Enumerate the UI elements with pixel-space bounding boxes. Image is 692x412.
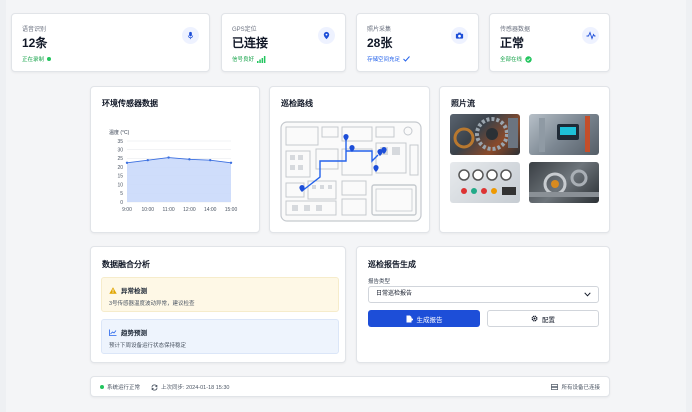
chevron-down-icon <box>584 292 591 297</box>
data-point <box>229 161 233 164</box>
data-point <box>167 156 170 159</box>
photo-stream-panel: 照片流 <box>439 86 610 233</box>
data-point <box>188 158 191 161</box>
x-tick-label: 14:00 <box>204 207 217 213</box>
check-circle-icon <box>525 55 532 63</box>
data-point <box>209 158 212 162</box>
stat-value: 12条 <box>22 36 48 50</box>
data-fusion-panel: 数据融合分析 异常检测 3号传感器温度波动异常，建议检查 趋势预测 预计下周设备… <box>90 246 346 363</box>
stat-value: 正常 <box>500 36 525 50</box>
stat-sub-text: 存储空间充足 <box>367 57 401 63</box>
last-sync: 上次同步: 2024-01-18 15:30 <box>151 377 229 397</box>
recording-dot-icon <box>47 57 52 61</box>
gear-icon <box>531 315 538 322</box>
warning-icon <box>109 286 117 294</box>
system-status-text: 系统运行正常 <box>107 385 141 391</box>
alert-desc: 3号传感器温度波动异常，建议检查 <box>109 301 195 307</box>
y-tick-label: 15 <box>117 174 123 180</box>
status-dot-icon <box>100 385 104 389</box>
stat-label: 照片采集 <box>367 27 392 33</box>
x-tick-label: 11:00 <box>163 207 175 213</box>
trend-alert[interactable]: 趋势预测 预计下周设备运行状态保持稳定 <box>101 319 339 354</box>
stat-sub-text: 全部在线 <box>500 57 523 63</box>
y-tick-label: 0 <box>120 200 123 206</box>
panel-title: 数据融合分析 <box>102 260 150 269</box>
stat-sub: 全部在线 <box>500 55 532 63</box>
generate-report-label: 生成报告 <box>416 316 443 324</box>
generate-report-button[interactable]: 生成报告 <box>368 310 480 327</box>
trend-chart-icon <box>109 329 117 336</box>
report-type-value: 日常巡检报告 <box>376 291 413 297</box>
sync-icon <box>151 384 158 390</box>
stat-card-gps[interactable]: GPS定位 已连接 信号良好 <box>221 13 346 72</box>
report-type-label: 报告类型 <box>368 279 391 285</box>
alert-title-text: 异常检测 <box>121 288 147 295</box>
x-tick-label: 10:00 <box>142 207 155 213</box>
stat-sub-text: 正在录制 <box>22 57 45 63</box>
stat-sub: 正在录制 <box>22 55 52 63</box>
y-axis-label: 温度 (°C) <box>109 129 130 136</box>
system-status: 系统运行正常 <box>100 377 140 397</box>
waveform-icon <box>582 27 599 44</box>
last-sync-text: 上次同步: 2024-01-18 15:30 <box>161 385 230 391</box>
x-tick-label: 15:00 <box>225 207 238 213</box>
location-pin-icon <box>318 27 335 44</box>
anomaly-alert[interactable]: 异常检测 3号传感器温度波动异常，建议检查 <box>101 277 339 312</box>
y-tick-label: 20 <box>117 165 123 171</box>
status-footer: 系统运行正常 上次同步: 2024-01-18 15:30 所有设备已连接 <box>90 376 610 397</box>
control-panel-photo[interactable] <box>450 162 520 203</box>
x-tick-label: 9:00 <box>122 207 132 213</box>
device-status: 所有设备已连接 <box>551 377 600 397</box>
stat-value: 已连接 <box>232 36 269 50</box>
panel-title: 照片流 <box>451 99 475 108</box>
industrial-gauge-photo[interactable] <box>529 114 599 155</box>
microphone-icon <box>182 27 199 44</box>
panel-title: 巡检报告生成 <box>368 260 416 269</box>
stat-label: GPS定位 <box>232 27 257 33</box>
file-export-icon <box>406 315 413 322</box>
stat-card-voice[interactable]: 语音识别 12条 正在录制 <box>11 13 210 72</box>
stat-card-photos[interactable]: 照片采集 28张 存储空间充足 <box>356 13 479 72</box>
config-button[interactable]: 配置 <box>487 310 599 327</box>
app-frame: 语音识别 12条 正在录制 GPS定位 已连接 信号良好 照片采集 28张 存储… <box>6 0 686 412</box>
stat-card-sensors[interactable]: 传感器数据 正常 全部在线 <box>489 13 610 72</box>
stat-value: 28张 <box>367 36 393 50</box>
pipe-valve-photo[interactable] <box>529 162 599 203</box>
area-fill <box>127 157 231 202</box>
alert-title: 异常检测 <box>109 285 147 295</box>
device-status-text: 所有设备已连接 <box>561 385 600 391</box>
server-icon <box>551 384 559 390</box>
gear-machinery-photo[interactable] <box>450 114 520 155</box>
y-tick-label: 30 <box>117 148 123 154</box>
stat-label: 语音识别 <box>22 27 47 33</box>
data-point <box>146 158 149 162</box>
stat-sub: 信号良好 <box>232 55 266 63</box>
config-label: 配置 <box>542 316 555 324</box>
stat-label: 传感器数据 <box>500 27 531 33</box>
x-tick-label: 12:00 <box>183 207 196 213</box>
report-type-select[interactable]: 日常巡检报告 <box>368 286 599 303</box>
stat-sub: 存储空间充足 <box>367 55 410 63</box>
y-tick-label: 35 <box>117 139 123 145</box>
y-tick-label: 10 <box>117 182 123 188</box>
stat-sub-text: 信号良好 <box>232 57 255 63</box>
signal-bars-icon <box>257 55 266 63</box>
alert-title: 趋势预测 <box>109 327 147 337</box>
env-sensor-panel: 环境传感器数据 温度 (°C) 0 5 10 15 20 25 30 35 9:00 10:00 1… <box>90 86 260 233</box>
camera-icon <box>451 27 468 44</box>
alert-desc: 预计下周设备运行状态保持稳定 <box>109 343 187 349</box>
temperature-chart: 温度 (°C) 0 5 10 15 20 25 30 35 9:00 10:00 11:00 12:0… <box>109 129 238 213</box>
alert-title-text: 趋势预测 <box>121 330 147 337</box>
data-point <box>125 161 129 164</box>
check-icon <box>403 56 410 62</box>
route-panel: 巡检路线 <box>269 86 430 233</box>
y-tick-label: 25 <box>117 156 123 162</box>
y-tick-label: 5 <box>120 191 123 197</box>
report-generation-panel: 巡检报告生成 报告类型 日常巡检报告 生成报告 配置 <box>356 246 610 363</box>
panel-title: 巡检路线 <box>281 99 313 108</box>
floor-plan-map[interactable] <box>280 121 422 222</box>
